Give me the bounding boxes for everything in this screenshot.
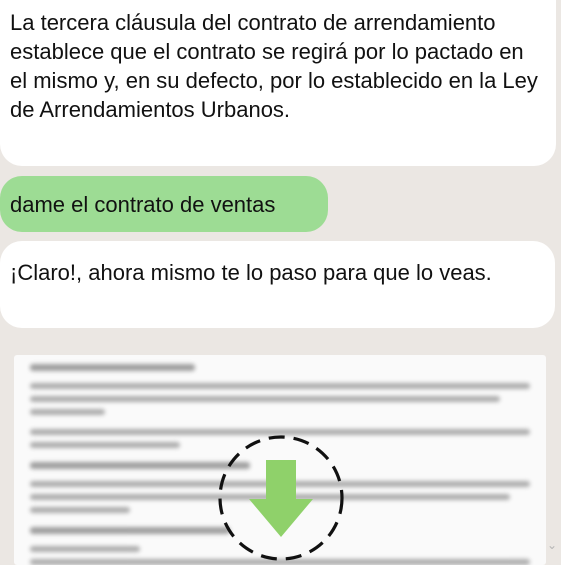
chevron-down-icon[interactable]: ⌄	[545, 538, 559, 552]
message-text: La tercera cláusula del contrato de arre…	[10, 10, 538, 122]
message-text: ¡Claro!, ahora mismo te lo paso para que…	[10, 260, 492, 285]
incoming-message: La tercera cláusula del contrato de arre…	[0, 0, 556, 166]
outgoing-message: dame el contrato de ventas	[0, 176, 328, 232]
incoming-message: ¡Claro!, ahora mismo te lo paso para que…	[0, 241, 555, 328]
download-icon[interactable]	[216, 433, 346, 563]
message-text: dame el contrato de ventas	[10, 192, 276, 217]
